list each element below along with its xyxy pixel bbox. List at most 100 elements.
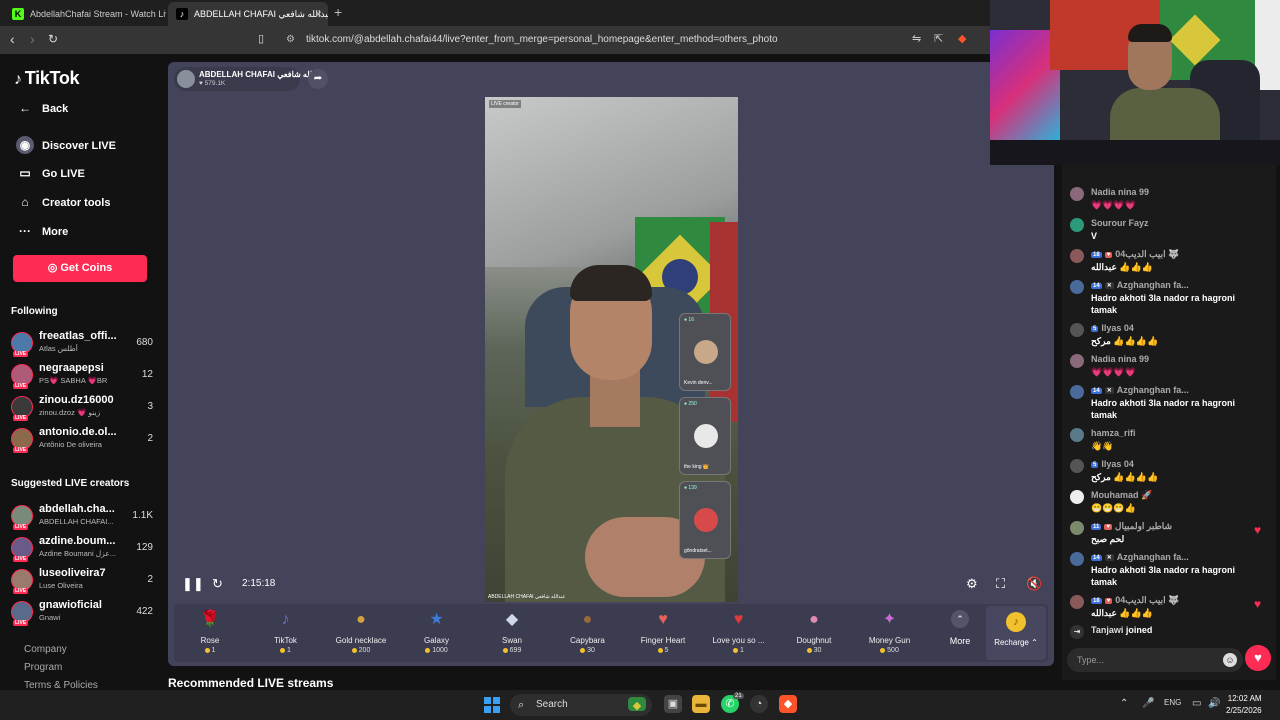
back-link[interactable]: ← Back bbox=[16, 101, 68, 115]
chat-user[interactable]: 11 ♥ شاطبر اولمبيال bbox=[1091, 521, 1172, 532]
chevron-up-icon[interactable]: ⌃ bbox=[1120, 698, 1128, 709]
back-arrow-icon[interactable]: ‹ bbox=[10, 31, 15, 47]
reload-icon[interactable]: ↻ bbox=[48, 32, 58, 46]
following-account[interactable]: LIVE negraapepsi PS💗 SABHA 💗BR 12 bbox=[11, 362, 153, 392]
brave-browser-icon[interactable]: ◆ bbox=[779, 695, 797, 713]
chat-user[interactable]: 14 ✕ Azghanghan fa... bbox=[1091, 385, 1189, 395]
share-page-icon[interactable]: ⇱ bbox=[934, 32, 943, 45]
close-tab-icon[interactable]: × bbox=[315, 2, 322, 26]
guest-name: the king 👑 bbox=[684, 464, 710, 470]
emoji-icon[interactable]: ☺ bbox=[1223, 653, 1237, 667]
gift-icon: ● bbox=[809, 611, 819, 628]
nav-discover-live[interactable]: ◉ Discover LIVE bbox=[16, 136, 116, 154]
guest-tile[interactable]: ● 16 Kevin denv... bbox=[679, 313, 731, 391]
recharge-button[interactable]: ♪ Recharge ⌃ bbox=[986, 606, 1046, 660]
following-account[interactable]: LIVE antonio.de.ol... Antônio De oliveir… bbox=[11, 426, 153, 456]
get-coins-button[interactable]: ◎ Get Coins bbox=[13, 255, 147, 282]
chat-user[interactable]: Sourour Fayz bbox=[1091, 218, 1149, 228]
task-view-icon[interactable]: ▣ bbox=[664, 695, 682, 713]
system-clock[interactable]: 12:02 AM 2/25/2026 bbox=[1226, 693, 1262, 717]
suggested-account[interactable]: LIVE abdellah.cha... ABDELLAH CHAFAI... … bbox=[11, 503, 153, 533]
microphone-icon[interactable]: 🎤 bbox=[1142, 698, 1154, 709]
avatar[interactable] bbox=[1070, 459, 1084, 473]
chat-input[interactable] bbox=[1077, 648, 1207, 672]
translate-icon[interactable]: ⇋ bbox=[912, 32, 921, 45]
following-account[interactable]: LIVE zinou.dz16000 zinou.dzoz 💗 زينو 3 bbox=[11, 394, 153, 424]
address-bar[interactable]: ⚙ tiktok.com/@abdellah.chafai44/live?ent… bbox=[278, 29, 988, 51]
chat-input-box[interactable]: ☺ bbox=[1067, 648, 1243, 672]
suggested-account[interactable]: LIVE luseoliveira7 Luse Oliveira 2 bbox=[11, 567, 153, 597]
avatar[interactable] bbox=[1070, 521, 1084, 535]
chat-user[interactable]: Nadia nina 99 bbox=[1091, 354, 1149, 364]
live-video[interactable]: LIVE creator ABDELLAH CHAFAI عبدالله شاف… bbox=[485, 97, 738, 602]
avatar[interactable] bbox=[1070, 428, 1084, 442]
nav-creator-tools[interactable]: ⌂ Creator tools bbox=[16, 195, 110, 209]
bookmark-icon[interactable]: ▯ bbox=[258, 32, 264, 45]
mute-icon[interactable]: 🔇 bbox=[1026, 576, 1042, 592]
refresh-icon[interactable]: ↻ bbox=[212, 576, 223, 592]
chat-user[interactable]: 5 Ilyas 04 bbox=[1091, 323, 1134, 333]
user-badge: 5 bbox=[1091, 325, 1099, 332]
avatar[interactable] bbox=[1070, 187, 1084, 201]
avatar: LIVE bbox=[11, 396, 33, 421]
tiktok-logo[interactable]: ♪ TikTok bbox=[14, 68, 80, 89]
avatar[interactable] bbox=[1070, 490, 1084, 504]
avatar[interactable] bbox=[1070, 385, 1084, 399]
site-info-icon[interactable]: ⚙ bbox=[286, 29, 295, 51]
windows-start-icon[interactable] bbox=[484, 697, 500, 713]
avatar[interactable] bbox=[1070, 218, 1084, 232]
browser-tab-kick[interactable]: K AbdellahChafai Stream - Watch Live : bbox=[4, 2, 166, 26]
footer-link-program[interactable]: Program bbox=[24, 662, 62, 673]
chat-user[interactable]: 14 ✕ Azghanghan fa... bbox=[1091, 280, 1189, 290]
avatar[interactable] bbox=[1070, 280, 1084, 294]
guest-tile[interactable]: ● 250 the king 👑 bbox=[679, 397, 731, 475]
browser-tab-tiktok[interactable]: ♪ ABDELLAH CHAFAI عبدالله شافعي × bbox=[168, 2, 328, 26]
gift-item[interactable]: ✦ Money Gun 500 bbox=[854, 608, 926, 660]
settings-icon[interactable]: ⚙ bbox=[966, 576, 978, 592]
chat-user[interactable]: 5 Ilyas 04 bbox=[1091, 459, 1134, 469]
like-heart-icon[interactable]: ♥ bbox=[1245, 645, 1271, 671]
avatar[interactable] bbox=[1070, 552, 1084, 566]
gift-item[interactable]: ● Doughnut 30 bbox=[778, 608, 850, 660]
following-account[interactable]: LIVE freeatlas_offi... Atlas أطلس 680 bbox=[11, 330, 153, 360]
footer-link-company[interactable]: Company bbox=[24, 644, 67, 655]
gift-item[interactable]: ♥ Finger Heart 5 bbox=[627, 608, 699, 660]
brave-shield-icon[interactable]: ◆ bbox=[958, 32, 966, 45]
gift-item[interactable]: ♥ Love you so ... 1 bbox=[703, 608, 775, 660]
volume-icon[interactable]: 🔊 bbox=[1208, 698, 1220, 709]
avatar[interactable] bbox=[1070, 249, 1084, 263]
chat-user[interactable]: 18 ♥ ابيب الديب04 🐺 bbox=[1091, 595, 1179, 606]
host-info[interactable]: ABDELLAH CHAFAI عبدالله شافعي ♥ 579.1K bbox=[174, 67, 326, 91]
app-icon[interactable]: ◔ bbox=[750, 695, 768, 713]
gift-item[interactable]: 🌹 Rose 1 bbox=[174, 608, 246, 660]
new-tab-icon[interactable]: + bbox=[334, 4, 342, 20]
display-icon[interactable]: ▭ bbox=[1192, 698, 1201, 709]
nav-go-live[interactable]: ▭ Go LIVE bbox=[16, 166, 84, 180]
pause-icon[interactable]: ❚❚ bbox=[182, 576, 204, 592]
avatar[interactable] bbox=[1070, 354, 1084, 368]
guest-tile[interactable]: ● 139 gõndratset... bbox=[679, 481, 731, 559]
gift-item[interactable]: ♪ TikTok 1 bbox=[250, 608, 322, 660]
chat-user[interactable]: Nadia nina 99 bbox=[1091, 187, 1149, 197]
suggested-account[interactable]: LIVE gnawioficial Gnawi 422 bbox=[11, 599, 153, 629]
suggested-account[interactable]: LIVE azdine.boum... Azdine Boumani عزل..… bbox=[11, 535, 153, 565]
nav-more[interactable]: ··· More bbox=[16, 224, 68, 238]
share-icon[interactable]: ➦ bbox=[308, 69, 328, 89]
fullscreen-icon[interactable]: ⛶ bbox=[996, 576, 1005, 592]
footer-link-terms[interactable]: Terms & Policies bbox=[24, 680, 98, 690]
gift-item[interactable]: ◆ Swan 699 bbox=[476, 608, 548, 660]
avatar[interactable] bbox=[1070, 595, 1084, 609]
forward-arrow-icon[interactable]: › bbox=[30, 31, 35, 47]
gift-item[interactable]: ★ Galaxy 1000 bbox=[401, 608, 473, 660]
gift-item[interactable]: ● Capybara 30 bbox=[552, 608, 624, 660]
more-gifts-button[interactable]: ⌃ More bbox=[942, 610, 978, 658]
file-explorer-icon[interactable]: ▬ bbox=[692, 695, 710, 713]
chat-user[interactable]: hamza_rifi bbox=[1091, 428, 1136, 438]
avatar[interactable] bbox=[1070, 323, 1084, 337]
gift-item[interactable]: ● Gold necklace 200 bbox=[325, 608, 397, 660]
chat-user[interactable]: Mouhamad 🚀 bbox=[1091, 490, 1152, 501]
chat-user[interactable]: 14 ✕ Azghanghan fa... bbox=[1091, 552, 1189, 562]
chat-text: لحم صبح bbox=[1091, 534, 1125, 544]
chat-user[interactable]: 18 ♥ ابيب الديب04 🐺 bbox=[1091, 249, 1179, 260]
language-indicator[interactable]: ENG bbox=[1164, 698, 1181, 707]
